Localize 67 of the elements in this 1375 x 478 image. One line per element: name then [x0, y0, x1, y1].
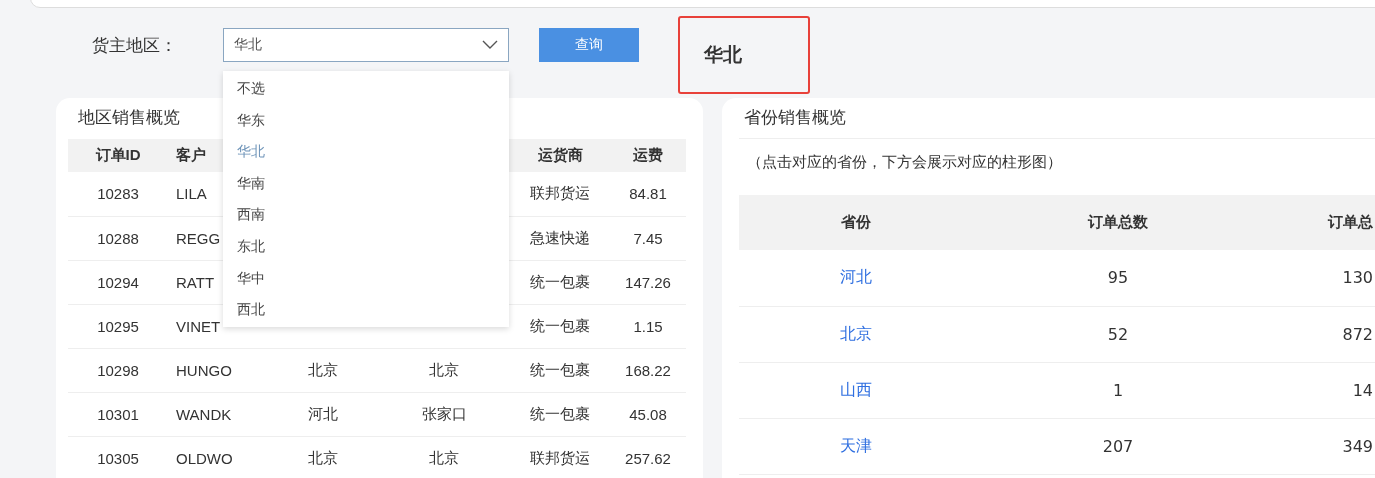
column-header: 运费: [633, 146, 663, 163]
table-cell: 207: [1102, 436, 1134, 456]
table-cell: VINET: [176, 317, 221, 335]
column-header: 订单总: [1328, 213, 1373, 231]
table-cell: 52: [1107, 324, 1129, 344]
table-cell: 10295: [97, 317, 139, 335]
table-cell: OLDWO: [176, 449, 233, 467]
filter-label: 货主地区：: [92, 33, 178, 57]
region-select[interactable]: 华北: [223, 28, 509, 62]
table-cell: 257.62: [625, 449, 671, 467]
dropdown-option[interactable]: 华南: [223, 167, 509, 200]
table-cell: 急速快递: [530, 228, 590, 246]
column-header: 客户: [176, 146, 206, 163]
table-cell: 统一包裹: [530, 404, 590, 422]
table-cell: 349: [1342, 436, 1373, 456]
result-box: 华北: [678, 16, 810, 94]
column-header: 订单ID: [95, 146, 141, 163]
panel-title: 地区销售概览: [78, 107, 180, 127]
dropdown-option[interactable]: 西南: [223, 199, 509, 231]
table-cell: HUNGO: [176, 361, 232, 379]
table-cell: 14: [1352, 380, 1373, 400]
dropdown-option[interactable]: 东北: [223, 230, 509, 263]
table-cell: 河北: [308, 404, 338, 422]
hint-text: （点击对应的省份，下方会展示对应的柱形图）: [746, 152, 1063, 173]
table-cell: 北京: [429, 448, 459, 466]
table-cell: 北京: [308, 448, 338, 466]
chevron-down-icon: [482, 40, 498, 50]
table-cell: 1.15: [633, 317, 663, 335]
table-cell: 95: [1107, 268, 1129, 288]
table-cell: 10288: [97, 229, 139, 247]
table-cell: 北京: [308, 360, 338, 378]
table-cell: 10298: [97, 361, 139, 379]
table-cell: 84.81: [629, 185, 667, 203]
table-cell: 1: [1112, 380, 1124, 400]
table-cell: 10301: [97, 405, 139, 423]
table-cell: 10305: [97, 449, 139, 467]
table-cell: 张家口: [421, 404, 467, 422]
table-cell: 10294: [97, 273, 139, 291]
table-cell: 130: [1342, 268, 1373, 288]
table-cell: 168.22: [625, 361, 671, 379]
table-cell: 45.08: [629, 405, 667, 423]
table-cell: 7.45: [633, 229, 663, 247]
table-cell: RATT: [176, 273, 215, 291]
table-cell: 147.26: [625, 273, 671, 291]
table-cell: 北京: [429, 360, 459, 378]
province-link[interactable]: 河北: [840, 267, 872, 287]
column-header: 订单总数: [1088, 213, 1148, 231]
table-cell: 10283: [97, 185, 139, 203]
table-cell: 统一包裹: [530, 316, 590, 334]
table-cell: 联邦货运: [530, 448, 590, 466]
dropdown-option[interactable]: 不选: [223, 73, 509, 105]
table-cell: REGG: [176, 229, 221, 247]
province-link[interactable]: 北京: [840, 323, 872, 343]
table-cell: WANDK: [176, 405, 232, 423]
table-cell: 872: [1342, 324, 1373, 344]
table-cell: LILA: [176, 185, 207, 203]
province-link[interactable]: 天津: [840, 435, 872, 455]
table-cell: 统一包裹: [530, 360, 590, 378]
panel-title: 省份销售概览: [739, 98, 1375, 139]
province-link[interactable]: 山西: [840, 379, 872, 399]
table-cell: 统一包裹: [530, 272, 590, 290]
column-header: 省份: [841, 213, 871, 231]
table-cell: 联邦货运: [530, 184, 590, 202]
column-header: 运货商: [537, 146, 583, 163]
dropdown-option[interactable]: 华中: [223, 262, 509, 295]
dropdown-option[interactable]: 华东: [223, 104, 509, 137]
dropdown-option[interactable]: 西北: [223, 294, 509, 326]
